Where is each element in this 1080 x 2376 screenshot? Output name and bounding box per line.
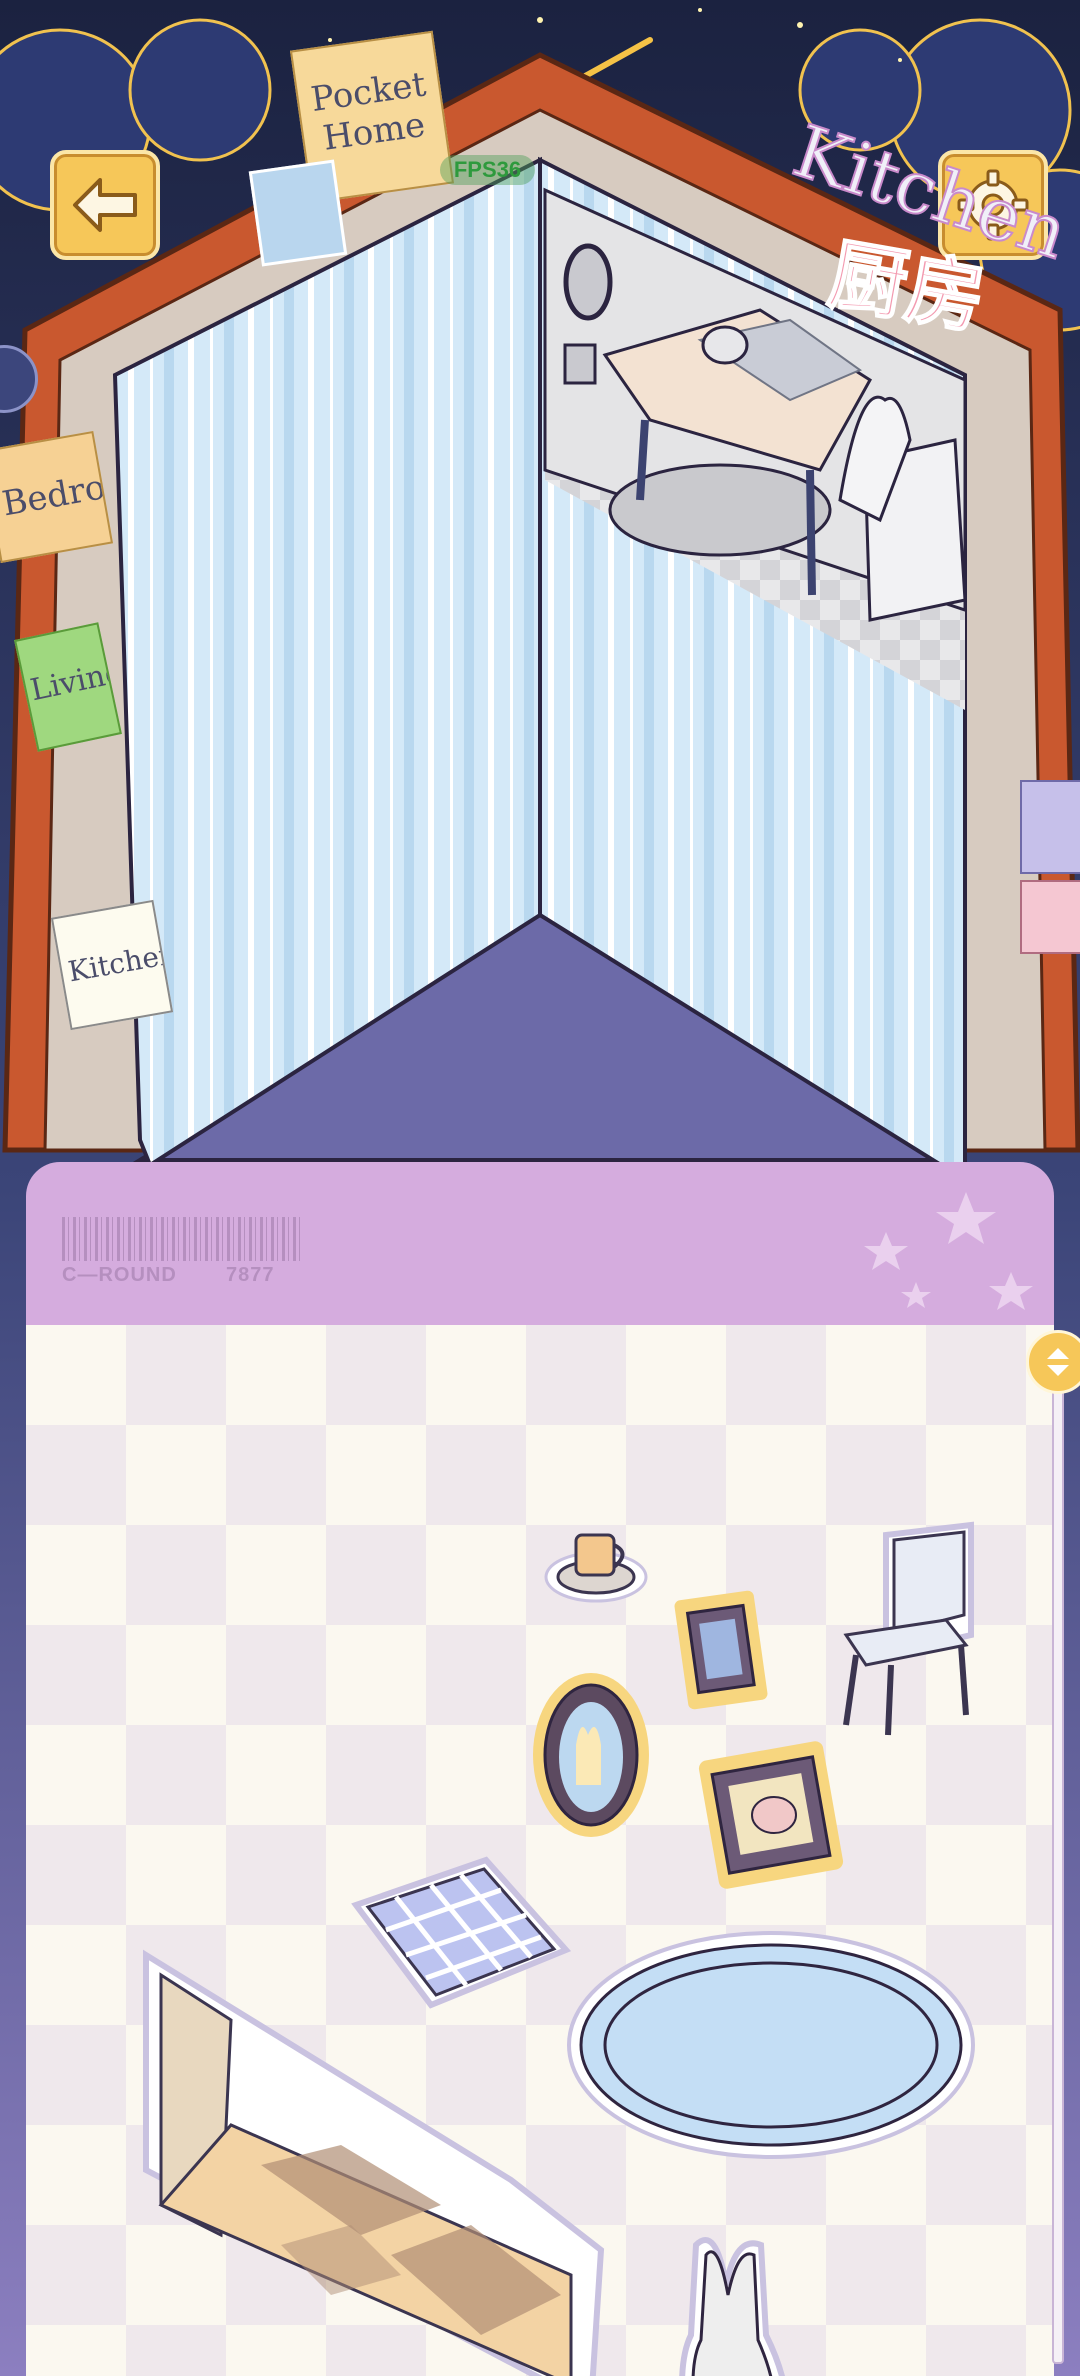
tab-bedroom-label: Bedroo bbox=[0, 463, 114, 525]
sticker-teacup[interactable] bbox=[541, 1515, 651, 1615]
tab-bedroom[interactable]: Bedroo bbox=[0, 430, 114, 564]
table-leg bbox=[806, 469, 816, 596]
right-tab-purple[interactable] bbox=[1020, 780, 1080, 874]
sticker-room-corner[interactable] bbox=[141, 1945, 641, 2376]
table-leg bbox=[636, 419, 649, 501]
bunny-photo bbox=[248, 159, 348, 267]
sticker-pig-frame[interactable] bbox=[696, 1735, 846, 1895]
up-down-arrow-icon bbox=[1047, 1348, 1069, 1376]
panel-scrollbar[interactable] bbox=[1052, 1340, 1064, 2364]
sticker-chair[interactable] bbox=[826, 1515, 986, 1745]
scene-mirror bbox=[563, 243, 613, 321]
pocket-home-title: Pocket Home bbox=[308, 64, 429, 159]
back-arrow-icon bbox=[73, 178, 137, 232]
right-tab-pink[interactable] bbox=[1020, 880, 1080, 954]
sticker-bunny-ghost[interactable] bbox=[666, 2225, 816, 2376]
scene-cup bbox=[701, 325, 749, 365]
fps-counter: FPS36 bbox=[440, 155, 535, 185]
scene-frame bbox=[563, 343, 597, 385]
panel-header: C—ROUND 7877 bbox=[26, 1162, 1054, 1325]
round-label: C—ROUND bbox=[62, 1264, 177, 1286]
star-decoration bbox=[864, 1192, 1033, 1310]
sticker-panel: C—ROUND 7877 bbox=[26, 1162, 1054, 2376]
sticker-oval-mirror[interactable] bbox=[526, 1665, 656, 1845]
sticker-small-frame[interactable] bbox=[671, 1585, 771, 1715]
tab-kitchen-label: Kitchen bbox=[65, 936, 174, 989]
back-button[interactable] bbox=[50, 150, 160, 260]
round-number: 7877 bbox=[226, 1264, 275, 1286]
barcode bbox=[62, 1217, 302, 1261]
tab-kitchen[interactable]: Kitchen bbox=[50, 899, 174, 1031]
sticker-grid bbox=[26, 1325, 1054, 2376]
